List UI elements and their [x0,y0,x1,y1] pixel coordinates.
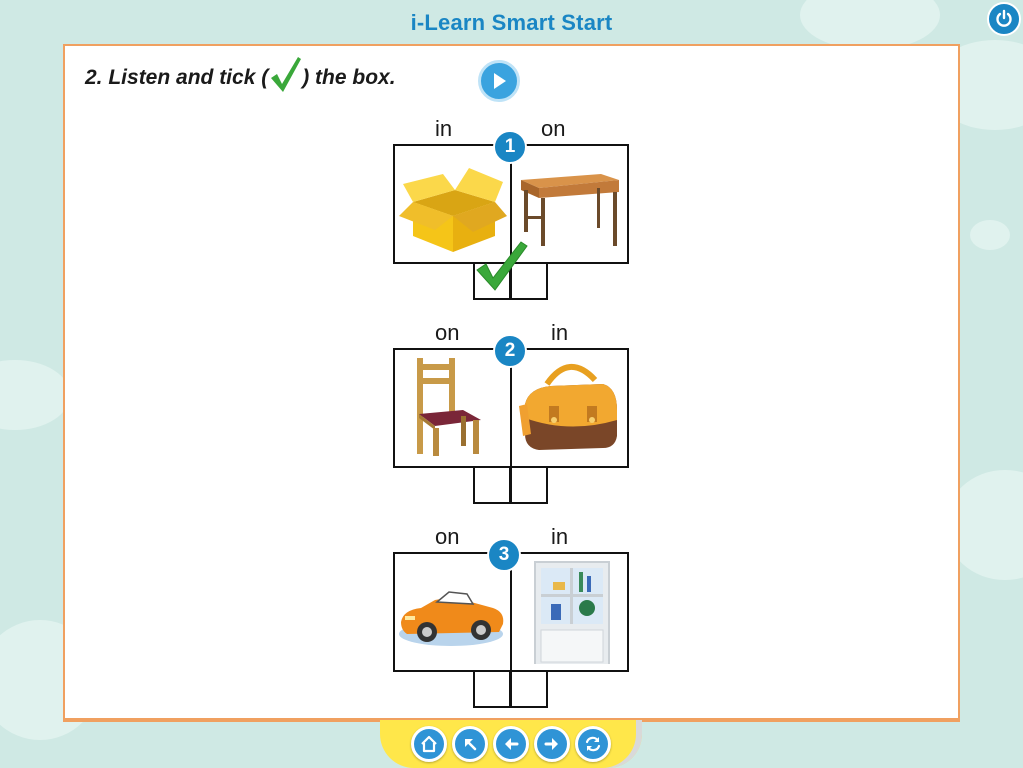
item-3-left-word: on [435,524,460,549]
item-1-number-badge: 1 [493,130,527,164]
item-3-number-badge: 3 [487,538,521,572]
refresh-icon [585,736,601,752]
instruction-text: 2. Listen and tick ( ) the box. [85,57,396,92]
navigation-bar [380,720,642,768]
refresh-button[interactable] [575,726,611,762]
back-arrow-icon [505,738,519,750]
car-picture [399,591,504,646]
tick-icon [271,57,302,92]
power-button[interactable] [987,2,1021,36]
exercise-item-3: on in 3 [393,524,631,722]
home-button[interactable] [411,726,447,762]
app-title: i-Learn Smart Start [410,10,613,35]
item-3-right-word: in [551,524,569,549]
menu-button[interactable] [452,726,488,762]
instruction-text-end: ) the box. [302,66,396,89]
up-left-arrow-icon [465,739,477,751]
power-icon [996,9,1012,27]
play-icon [494,73,506,89]
exercise-item-1: in on 1 [393,116,631,314]
forward-arrow-icon [544,738,558,750]
exercise-item-2: on in 2 [393,320,631,518]
audio-play-button[interactable] [478,60,520,102]
home-icon [421,735,437,753]
item-3-tick-box-left[interactable] [473,670,511,708]
item-1-left-word: in [435,116,453,141]
chair-picture [417,358,481,456]
item-2-tick-box-left[interactable] [473,466,511,504]
item-2-left-word: on [435,320,460,345]
item-1-right-word: on [541,116,566,141]
item-3-tick-box-right[interactable] [510,670,548,708]
instruction-text-start: 2. Listen and tick ( [85,66,269,89]
back-button[interactable] [493,726,529,762]
item-2-number-badge: 2 [493,334,527,368]
background-cloud [0,360,70,430]
forward-button[interactable] [534,726,570,762]
background-cloud [970,220,1010,250]
item-2-tick-box-right[interactable] [510,466,548,504]
answer-tick-icon [476,241,528,291]
item-2-right-word: in [551,320,569,345]
bag-picture [519,363,617,450]
exercise-panel: 2. Listen and tick ( ) the box. in on 1 … [63,44,960,720]
desk-picture [521,174,619,246]
bookcase-picture [534,561,610,664]
